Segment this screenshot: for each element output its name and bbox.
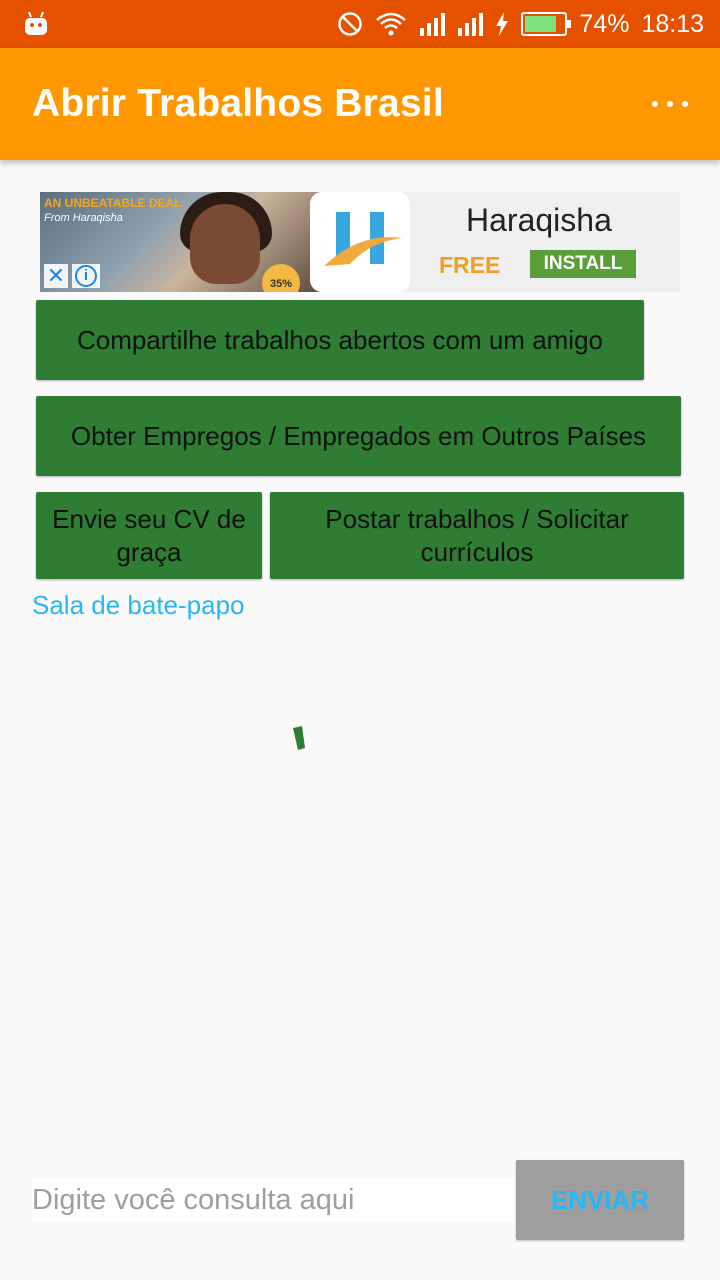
ad-banner[interactable]: AN UNBEATABLE DEAL From Haraqisha ✕ i 35…: [40, 192, 680, 292]
battery-icon: [521, 12, 572, 36]
ad-close-icon[interactable]: ✕: [44, 264, 68, 288]
send-cv-button[interactable]: Envie seu CV de graça: [36, 492, 262, 579]
signal-2-icon: [458, 13, 484, 36]
signal-1-icon: [420, 13, 446, 36]
status-bar: 74% 18:13: [0, 0, 720, 48]
android-notification-icon: [25, 11, 47, 35]
post-jobs-button[interactable]: Postar trabalhos / Solicitar currículos: [270, 492, 684, 579]
do-not-disturb-icon: [338, 12, 363, 36]
ad-install-button[interactable]: INSTALL: [530, 250, 636, 278]
wifi-icon: [376, 12, 407, 36]
ad-app-name: Haraqisha: [466, 202, 612, 238]
loading-spinner-icon: [293, 726, 305, 750]
share-jobs-button[interactable]: Compartilhe trabalhos abertos com um ami…: [36, 300, 644, 380]
jobs-abroad-button[interactable]: Obter Empregos / Empregados em Outros Pa…: [36, 396, 681, 476]
ad-price: FREE: [439, 252, 501, 278]
battery-percent: 74%: [579, 9, 630, 38]
haraqisha-logo-icon: [310, 192, 410, 292]
ad-tagline: AN UNBEATABLE DEAL: [44, 196, 182, 210]
chat-room-link[interactable]: Sala de bate-papo: [32, 590, 245, 621]
charging-bolt-icon: [496, 12, 509, 36]
send-button[interactable]: ENVIAR: [516, 1160, 684, 1240]
ad-info-icon[interactable]: i: [72, 264, 100, 288]
app-bar: Abrir Trabalhos Brasil: [0, 48, 720, 160]
more-vert-icon[interactable]: [652, 98, 688, 110]
app-title: Abrir Trabalhos Brasil: [32, 82, 444, 125]
query-input[interactable]: [32, 1178, 514, 1222]
ad-from: From Haraqisha: [44, 212, 123, 224]
clock: 18:13: [641, 9, 704, 38]
